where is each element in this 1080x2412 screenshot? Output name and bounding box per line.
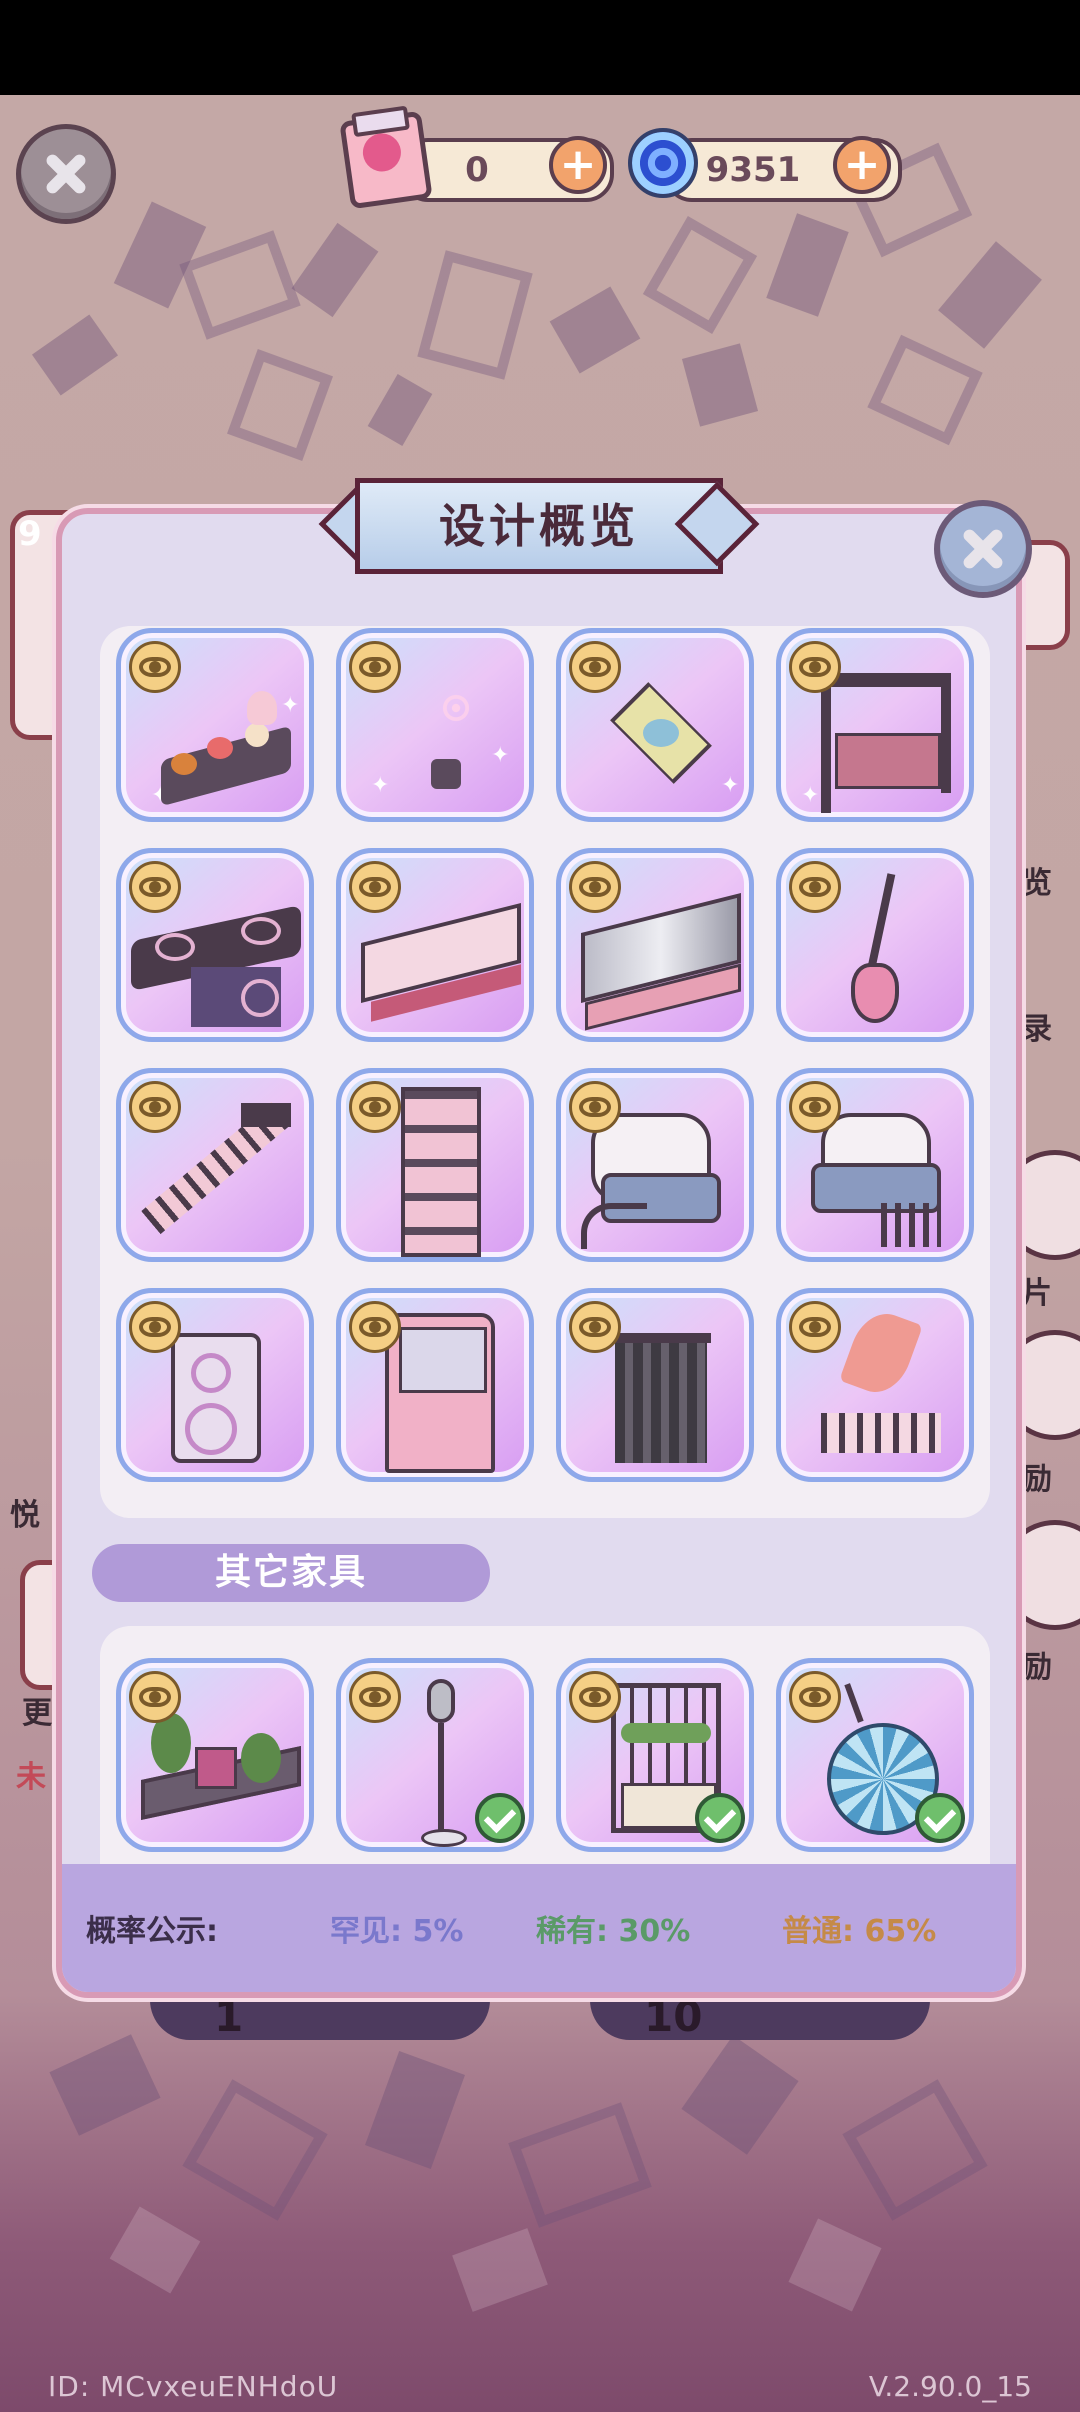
player-id: ID: MCvxeuENHdoU: [48, 2370, 339, 2403]
item-card-dj-booth[interactable]: [116, 848, 314, 1042]
side-label-overview: 览: [1022, 866, 1052, 901]
section-other-furniture-label: 其它家具: [214, 1552, 367, 1593]
app-version: V.2.90.0_15: [868, 2370, 1032, 2403]
side-label-records: 录: [1022, 1012, 1052, 1047]
left-side-box-2: [20, 1560, 60, 1690]
eye-icon[interactable]: [789, 1671, 841, 1723]
eye-icon[interactable]: [349, 1671, 401, 1723]
owned-check-icon: [915, 1793, 965, 1843]
eye-icon[interactable]: [349, 641, 401, 693]
item-card-runway-platform[interactable]: [336, 848, 534, 1042]
eye-icon[interactable]: [569, 641, 621, 693]
bubble-machine-image: [401, 663, 501, 813]
item-card-lounge-chair-right[interactable]: [776, 1068, 974, 1262]
eye-icon[interactable]: [569, 1301, 621, 1353]
item-card-lounge-chair-left[interactable]: [556, 1068, 754, 1262]
dj-booth-image: [131, 903, 301, 1033]
item-card-shelf-tower[interactable]: [336, 1068, 534, 1262]
item-card-stage-truss[interactable]: ✦: [776, 628, 974, 822]
design-overview-modal: ✦✦ ✦✦ ✦ ✦: [56, 508, 1022, 1998]
eye-icon[interactable]: [129, 641, 181, 693]
owned-check-icon: [475, 1793, 525, 1843]
claw-machine-image: [385, 1313, 495, 1473]
side-label-left-1: 悦: [10, 1498, 40, 1533]
section-other-furniture: 其它家具: [92, 1544, 490, 1602]
buffet-table-image: [161, 691, 291, 807]
item-card-plant-bench[interactable]: [116, 1658, 314, 1852]
owned-check-icon: [695, 1793, 745, 1843]
eye-icon[interactable]: [789, 861, 841, 913]
patterned-rug-image: [591, 682, 731, 784]
item-card-stage-platform[interactable]: [556, 848, 754, 1042]
plus-icon: +: [843, 139, 881, 190]
side-label-left-3: 未: [16, 1760, 46, 1795]
eye-icon[interactable]: [789, 641, 841, 693]
item-card-microphone-stand[interactable]: [336, 1658, 534, 1852]
draw-ten-count: 10: [644, 1992, 703, 2041]
probability-label: 概率公示:: [86, 1914, 218, 1949]
modal-title: 设计概览: [439, 499, 639, 553]
item-card-claw-machine[interactable]: [336, 1288, 534, 1482]
microphone-stand-image: [411, 1679, 471, 1847]
probability-uncommon: 稀有: 30%: [536, 1914, 691, 1949]
status-bar: [0, 0, 1080, 95]
item-card-speaker[interactable]: [116, 1288, 314, 1482]
modal-title-banner: 设计概览: [337, 478, 741, 574]
item-card-bubble-machine[interactable]: ✦ ✦: [336, 628, 534, 822]
eye-icon[interactable]: [129, 1081, 181, 1133]
left-side-number: 9: [18, 514, 42, 554]
shelf-tower-image: [401, 1087, 481, 1257]
item-card-disco-ball[interactable]: [776, 1658, 974, 1852]
side-label-rewards-2: 励: [1022, 1650, 1052, 1685]
probability-rare: 罕见: 5%: [330, 1914, 464, 1949]
ticket-icon: [339, 110, 433, 210]
eye-icon[interactable]: [569, 1671, 621, 1723]
eye-icon[interactable]: [569, 1081, 621, 1133]
item-card-flower-stall[interactable]: [556, 1658, 754, 1852]
stage-truss-image: [821, 673, 951, 813]
item-card-plant-planter[interactable]: [776, 1288, 974, 1482]
item-card-curtain-backdrop[interactable]: [556, 1288, 754, 1482]
runway-platform-image: [351, 903, 521, 1023]
eye-icon[interactable]: [349, 1301, 401, 1353]
add-gems-button[interactable]: +: [833, 136, 891, 194]
eye-icon[interactable]: [129, 1671, 181, 1723]
side-label-cards: 片: [1022, 1276, 1052, 1311]
plus-icon: +: [559, 139, 597, 190]
item-card-electric-guitar[interactable]: [776, 848, 974, 1042]
item-card-buffet-table[interactable]: ✦✦: [116, 628, 314, 822]
eye-icon[interactable]: [569, 861, 621, 913]
probability-common: 普通: 65%: [782, 1914, 937, 1949]
eye-icon[interactable]: [349, 861, 401, 913]
swirl-gem-icon: [628, 128, 698, 198]
item-card-staircase[interactable]: [116, 1068, 314, 1262]
curtain-backdrop-image: [611, 1333, 711, 1473]
probability-bar: 概率公示: 罕见: 5% 稀有: 30% 普通: 65%: [62, 1864, 1016, 1992]
eye-icon[interactable]: [129, 861, 181, 913]
speaker-image: [161, 1333, 271, 1473]
modal-close-button[interactable]: [934, 500, 1032, 598]
electric-guitar-image: [841, 873, 921, 1033]
add-tickets-button[interactable]: +: [549, 136, 607, 194]
eye-icon[interactable]: [129, 1301, 181, 1353]
eye-icon[interactable]: [789, 1301, 841, 1353]
eye-icon[interactable]: [789, 1081, 841, 1133]
item-card-patterned-rug[interactable]: ✦: [556, 628, 754, 822]
draw-one-count: 1: [214, 1992, 244, 2041]
eye-icon[interactable]: [349, 1081, 401, 1133]
side-label-left-2: 更: [22, 1696, 52, 1731]
side-label-rewards: 励: [1022, 1462, 1052, 1497]
top-close-button[interactable]: [16, 124, 116, 224]
